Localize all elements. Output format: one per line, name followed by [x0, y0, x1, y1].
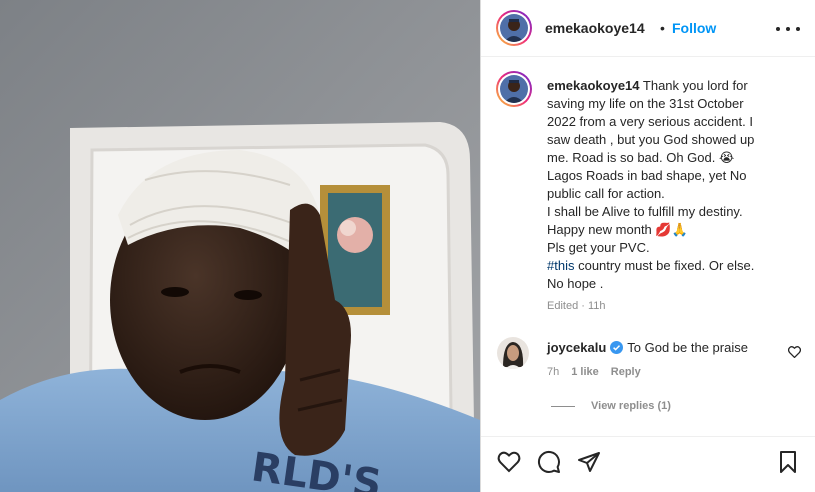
- more-dot: [786, 27, 790, 31]
- commenter-username[interactable]: joycekalu: [547, 340, 606, 355]
- caption-username[interactable]: emekaokoye14: [547, 78, 640, 93]
- post-photo-image: RLD'S: [0, 0, 480, 492]
- caption-avatar-inner: [498, 73, 530, 105]
- caption-line: emekaokoye14 Thank you lord for: [547, 77, 809, 95]
- caption-text: Thank you lord for: [642, 78, 748, 93]
- comment-likes[interactable]: 1 like: [571, 366, 599, 378]
- more-horizontal-icon[interactable]: [776, 19, 800, 39]
- more-dot: [776, 27, 780, 31]
- caption-line: saw death , but you God showed up: [547, 132, 755, 147]
- caption-line: I shall be Alive to fulfill my destiny.: [547, 204, 743, 219]
- caption-line: public call for action.: [547, 186, 665, 201]
- view-replies-divider: [551, 405, 575, 407]
- caption-line: saving my life on the 31st October: [547, 96, 744, 111]
- caption-line: me. Road is so bad. Oh God. 😭: [547, 150, 735, 165]
- post-side-panel: emekaokoye14 • Follow emekaokoye14 Thank…: [480, 0, 815, 492]
- caption-line: Lagos Roads in bad shape, yet No: [547, 168, 747, 183]
- commenter-avatar[interactable]: [497, 337, 529, 369]
- caption-avatar[interactable]: [496, 71, 532, 107]
- comment-meta: 7h 1 like Reply: [547, 366, 653, 378]
- caption-line: Pls get your PVC.: [547, 240, 650, 255]
- comment-text: To God be the praise: [627, 340, 748, 355]
- more-dot: [796, 27, 800, 31]
- post-header: emekaokoye14 • Follow: [481, 0, 815, 57]
- share-icon[interactable]: [577, 450, 601, 474]
- heart-icon[interactable]: [497, 450, 521, 474]
- follow-button[interactable]: Follow: [672, 20, 716, 36]
- author-avatar-image: [500, 14, 528, 42]
- caption-line: #this country must be fixed. Or else.: [547, 257, 809, 275]
- caption-text: country must be fixed. Or else.: [578, 258, 755, 273]
- post-caption: emekaokoye14 Thank you lord for saving m…: [547, 77, 809, 293]
- caption-line: No hope .: [547, 276, 604, 291]
- view-replies-label: View replies (1): [591, 400, 671, 412]
- edited-timestamp: Edited · 11h: [547, 300, 606, 312]
- comment-icon[interactable]: [537, 450, 561, 474]
- reply-button[interactable]: Reply: [611, 366, 641, 378]
- instagram-post: RLD'S emekaokoye14 • Follow emekaokoye14…: [0, 0, 815, 492]
- caption-line: 2022 from a very serious accident. I: [547, 114, 753, 129]
- caption-line: Happy new month 💋🙏: [547, 222, 688, 237]
- post-photo[interactable]: RLD'S: [0, 0, 480, 492]
- bookmark-icon[interactable]: [776, 450, 800, 474]
- caption-avatar-image: [500, 75, 528, 103]
- view-replies-button[interactable]: View replies (1): [551, 400, 671, 412]
- commenter-avatar-image: [497, 337, 529, 369]
- comment-time: 7h: [547, 366, 560, 378]
- header-separator: •: [660, 20, 665, 36]
- hashtag-link[interactable]: #this: [547, 258, 574, 273]
- comment: joycekalu To God be the praise: [547, 340, 748, 355]
- author-avatar-inner: [498, 12, 530, 44]
- verified-badge-icon: [610, 341, 624, 354]
- author-avatar[interactable]: [496, 10, 532, 46]
- author-username[interactable]: emekaokoye14: [545, 20, 645, 36]
- action-bar: [481, 436, 815, 492]
- comment-heart-icon[interactable]: [788, 346, 801, 358]
